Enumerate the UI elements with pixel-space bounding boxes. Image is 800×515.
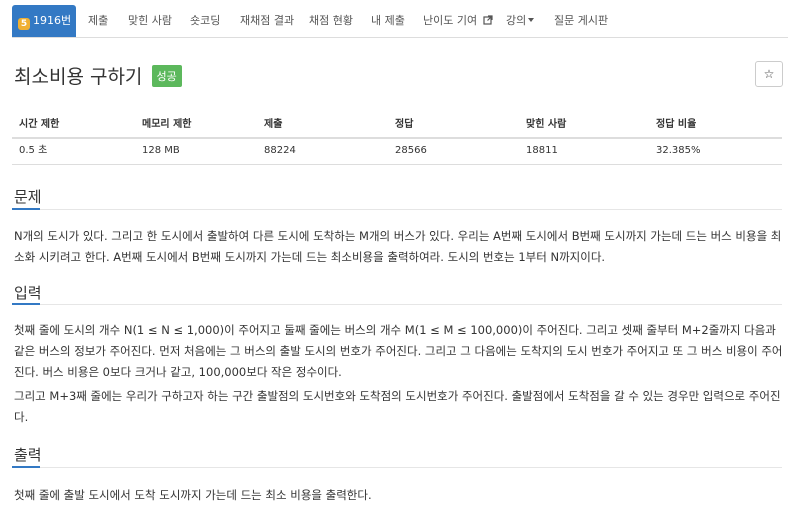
tab-submit[interactable]: 제출 <box>88 5 108 37</box>
section-divider <box>12 467 782 468</box>
star-button[interactable]: ☆ <box>755 61 783 87</box>
problem-nav: 5 1916번 제출 맞힌 사람 숏코딩 재채점 결과 채점 현황 내 제출 난이… <box>12 5 788 38</box>
tab-question-board[interactable]: 질문 게시판 <box>554 5 608 37</box>
header-ratio: 정답 비율 <box>656 119 697 130</box>
header-memory-limit: 메모리 제한 <box>142 119 192 130</box>
tab-problem[interactable]: 5 1916번 <box>12 5 76 37</box>
header-solvers: 맞힌 사람 <box>526 119 567 130</box>
problem-info-table: 시간 제한 메모리 제한 제출 정답 맞힌 사람 정답 비율 0.5 초 128… <box>12 113 782 165</box>
table-header-row: 시간 제한 메모리 제한 제출 정답 맞힌 사람 정답 비율 <box>12 113 782 139</box>
external-link-icon <box>483 15 493 25</box>
tier-badge: 5 <box>18 18 30 30</box>
input-description-2: 그리고 M+3째 줄에는 우리가 구하고자 하는 구간 출발점의 도시번호와 도… <box>14 389 781 424</box>
value-ratio: 32.385% <box>656 145 701 156</box>
tab-problem-label: 1916번 <box>33 14 72 27</box>
value-memory-limit: 128 MB <box>142 145 180 156</box>
input-description: 첫째 줄에 도시의 개수 N(1 ≤ N ≤ 1,000)이 주어지고 둘째 줄… <box>14 323 783 379</box>
value-accepted: 28566 <box>395 145 427 156</box>
section-divider <box>12 209 782 210</box>
tab-judge-status[interactable]: 채점 현황 <box>309 5 353 37</box>
page-title: 최소비용 구하기 <box>14 66 143 88</box>
table-row: 0.5 초 128 MB 88224 28566 18811 32.385% <box>12 139 782 165</box>
section-accent <box>12 466 40 468</box>
problem-heading: 문제 <box>14 188 42 206</box>
section-divider <box>12 304 782 305</box>
tab-difficulty-contribution[interactable]: 난이도 기여 <box>423 5 493 37</box>
section-accent <box>12 303 40 305</box>
status-badge: 성공 <box>151 64 182 87</box>
header-time-limit: 시간 제한 <box>19 119 60 130</box>
section-accent <box>12 208 40 210</box>
header-submissions: 제출 <box>264 119 283 130</box>
value-submissions: 88224 <box>264 145 296 156</box>
tab-rejudge-results[interactable]: 재채점 결과 <box>240 5 294 37</box>
tab-lecture[interactable]: 강의 <box>506 5 535 37</box>
title-row: 최소비용 구하기 성공 <box>14 62 182 90</box>
header-accepted: 정답 <box>395 119 414 130</box>
output-description: 첫째 줄에 출발 도시에서 도착 도시까지 가는데 드는 최소 비용을 출력한다… <box>14 488 372 502</box>
caret-down-icon <box>528 18 535 22</box>
problem-description: N개의 도시가 있다. 그리고 한 도시에서 출발하여 다른 도시에 도착하는 … <box>14 229 782 264</box>
star-icon: ☆ <box>763 67 775 81</box>
output-heading: 출력 <box>14 446 42 464</box>
tab-solvers[interactable]: 맞힌 사람 <box>128 5 172 37</box>
value-solvers: 18811 <box>526 145 558 156</box>
tab-lecture-label: 강의 <box>506 14 527 27</box>
tab-short-coding[interactable]: 숏코딩 <box>190 5 220 37</box>
input-heading: 입력 <box>14 284 42 302</box>
tab-my-submissions[interactable]: 내 제출 <box>371 5 405 37</box>
value-time-limit: 0.5 초 <box>19 145 48 156</box>
tab-difficulty-label: 난이도 기여 <box>423 14 478 27</box>
